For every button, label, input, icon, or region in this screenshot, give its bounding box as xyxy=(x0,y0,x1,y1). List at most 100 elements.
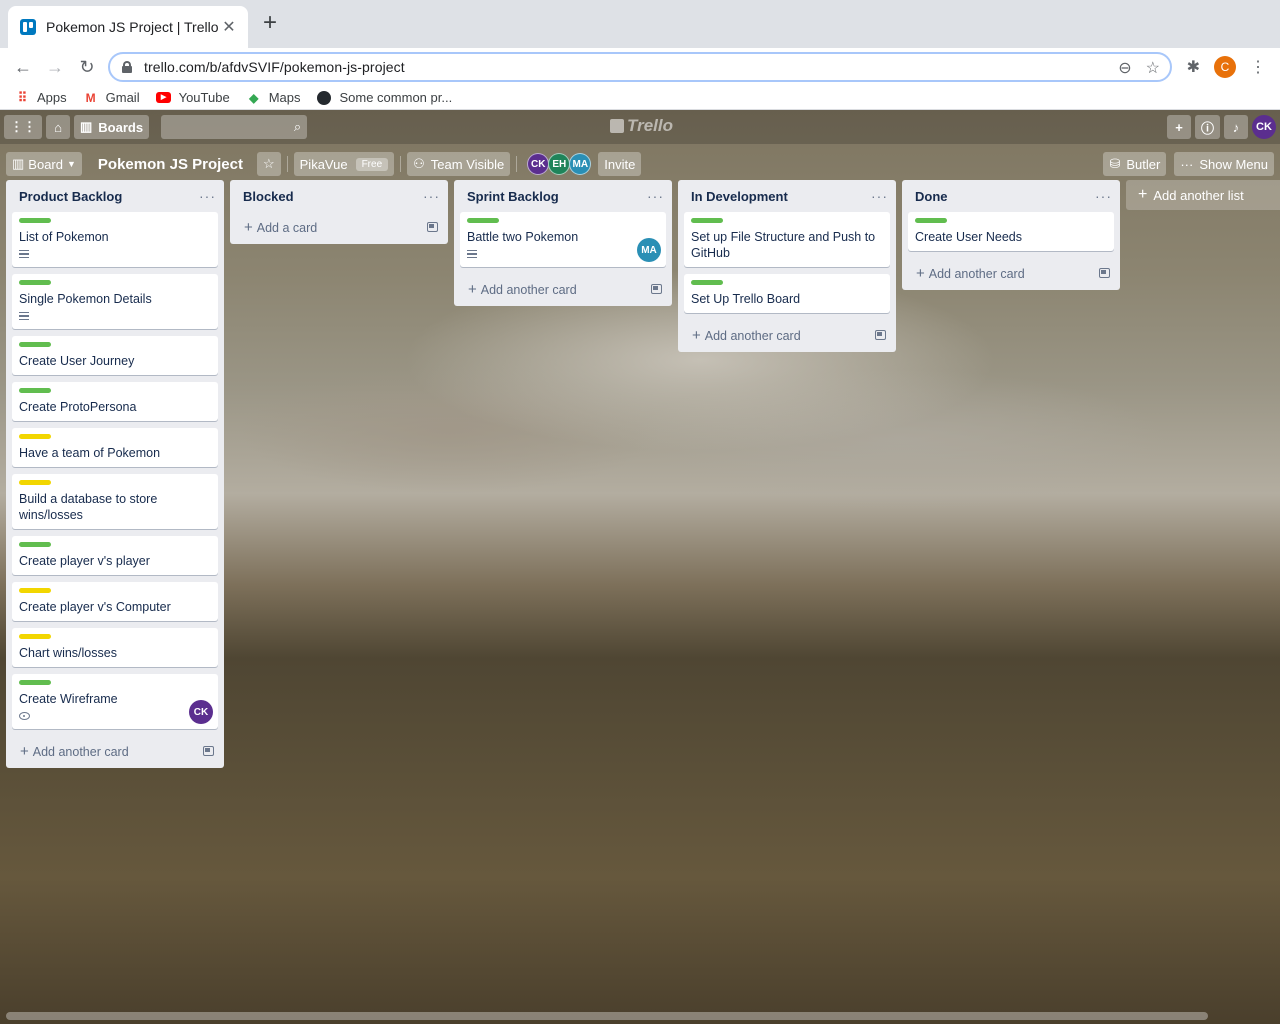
trello-logo[interactable]: Trello xyxy=(610,116,673,136)
card-label[interactable] xyxy=(19,542,51,547)
add-list-label: Add another list xyxy=(1153,187,1244,203)
search-input[interactable]: ⌕ xyxy=(161,115,308,139)
card[interactable]: Single Pokemon Details xyxy=(12,274,218,329)
card-label[interactable] xyxy=(19,218,51,223)
zoom-icon[interactable]: ⊖ xyxy=(1118,58,1131,78)
notifications-bell-icon[interactable]: ♪ xyxy=(1224,115,1248,139)
card[interactable]: Create player v's Computer xyxy=(12,582,218,621)
card[interactable]: Create User Journey xyxy=(12,336,218,375)
horizontal-scrollbar[interactable] xyxy=(6,1012,1208,1020)
list-menu-icon[interactable]: ··· xyxy=(871,188,888,204)
card-label[interactable] xyxy=(19,634,51,639)
visibility-button[interactable]: ⚇ Team Visible xyxy=(407,152,511,176)
close-tab-icon[interactable]: ✕ xyxy=(220,18,238,36)
board-view-switcher[interactable]: ▥ Board ▼ xyxy=(6,152,82,176)
card-member-avatar[interactable]: CK xyxy=(189,700,213,724)
profile-avatar[interactable]: C xyxy=(1214,56,1236,78)
browser-tab[interactable]: Pokemon JS Project | Trello ✕ xyxy=(8,6,248,48)
list-menu-icon[interactable]: ··· xyxy=(423,188,440,204)
member-avatar[interactable]: EH xyxy=(548,153,571,175)
card-label[interactable] xyxy=(19,342,51,347)
card-template-icon[interactable] xyxy=(203,746,214,756)
list-title[interactable]: Blocked xyxy=(243,189,294,204)
bookmark-label: Maps xyxy=(268,90,301,105)
card-template-icon[interactable] xyxy=(875,330,886,340)
card[interactable]: Have a team of Pokemon xyxy=(12,428,218,467)
extensions-puzzle-icon[interactable]: ✱ xyxy=(1187,57,1200,77)
card-label[interactable] xyxy=(19,280,51,285)
bookmark-gmail[interactable]: M Gmail xyxy=(83,90,140,106)
description-icon xyxy=(19,250,29,258)
card-label[interactable] xyxy=(19,588,51,593)
back-button[interactable]: ← xyxy=(12,56,34,78)
add-list-button[interactable]: + Add another list xyxy=(1126,180,1280,210)
invite-button[interactable]: Invite xyxy=(598,152,642,176)
new-tab-button[interactable]: + xyxy=(258,11,282,36)
card[interactable]: Chart wins/losses xyxy=(12,628,218,667)
show-menu-button[interactable]: ··· Show Menu xyxy=(1174,152,1274,176)
card-template-icon[interactable] xyxy=(427,222,438,232)
add-card-button[interactable]: + Add another card xyxy=(454,274,672,304)
bookmark-apps[interactable]: ⠿ Apps xyxy=(14,90,67,106)
bookmark-label: Apps xyxy=(37,90,67,105)
card[interactable]: Set Up Trello Board xyxy=(684,274,890,313)
user-avatar[interactable]: CK xyxy=(1252,115,1276,139)
butler-label: Butler xyxy=(1126,156,1161,172)
card-label[interactable] xyxy=(19,388,51,393)
member-avatar[interactable]: CK xyxy=(527,153,550,175)
info-icon[interactable]: ⓘ xyxy=(1194,115,1220,139)
list-menu-icon[interactable]: ··· xyxy=(199,188,216,204)
card[interactable]: Create ProtoPersona xyxy=(12,382,218,421)
reload-button[interactable]: ↻ xyxy=(76,56,98,78)
forward-button[interactable]: → xyxy=(44,56,66,78)
card-label[interactable] xyxy=(915,218,947,223)
address-bar[interactable]: trello.com/b/afdvSVIF/pokemon-js-project… xyxy=(108,52,1172,82)
bookmark-youtube[interactable]: ▶ YouTube xyxy=(156,90,230,106)
star-board-button[interactable]: ☆ xyxy=(256,152,281,176)
apps-switcher-button[interactable]: ⋮⋮ xyxy=(4,115,42,139)
board-lists: Product Backlog ··· List of Pokemon Single … xyxy=(6,180,1280,768)
star-icon: ☆ xyxy=(262,156,275,171)
list-menu-icon[interactable]: ··· xyxy=(647,188,664,204)
card-label[interactable] xyxy=(691,218,723,223)
card-template-icon[interactable] xyxy=(651,284,662,294)
list-title[interactable]: Product Backlog xyxy=(19,189,122,204)
card[interactable]: List of Pokemon xyxy=(12,212,218,267)
add-card-button[interactable]: + Add another card xyxy=(902,258,1120,288)
card[interactable]: Create Wireframe CK xyxy=(12,674,218,729)
member-avatar[interactable]: MA xyxy=(569,153,592,175)
list-menu-icon[interactable]: ··· xyxy=(1095,188,1112,204)
card-label[interactable] xyxy=(19,680,51,685)
card-list: List of Pokemon Single Pokemon Details Cre… xyxy=(6,212,224,729)
card-member-avatar[interactable]: MA xyxy=(637,238,661,262)
team-button[interactable]: PikaVue Free xyxy=(293,152,395,176)
card-template-icon[interactable] xyxy=(1099,268,1110,278)
card-label[interactable] xyxy=(467,218,499,223)
card-label[interactable] xyxy=(19,434,51,439)
card[interactable]: Create player v's player xyxy=(12,536,218,575)
list-title[interactable]: Done xyxy=(915,189,948,204)
browser-menu-icon[interactable]: ⋮ xyxy=(1250,57,1266,77)
card-label[interactable] xyxy=(691,280,723,285)
bookmark-star-icon[interactable]: ☆ xyxy=(1146,58,1160,78)
board-title[interactable]: Pokemon JS Project xyxy=(98,156,243,173)
home-icon[interactable]: ⌂ xyxy=(46,115,70,139)
description-icon xyxy=(19,312,29,320)
card[interactable]: Set up File Structure and Push to GitHub xyxy=(684,212,890,267)
card[interactable]: Create User Needs xyxy=(908,212,1114,251)
boards-button[interactable]: ▥ Boards xyxy=(74,115,150,139)
bookmark-github[interactable]: Some common pr... xyxy=(316,90,452,106)
list-title[interactable]: In Development xyxy=(691,189,788,204)
create-plus-button[interactable]: + xyxy=(1166,115,1191,139)
card-label[interactable] xyxy=(19,480,51,485)
list-title[interactable]: Sprint Backlog xyxy=(467,189,559,204)
butler-button[interactable]: ⛁ Butler xyxy=(1103,152,1167,176)
card[interactable]: Build a database to store wins/losses xyxy=(12,474,218,529)
card[interactable]: Battle two Pokemon MA xyxy=(460,212,666,267)
add-card-button[interactable]: + Add another card xyxy=(6,736,224,766)
bookmark-maps[interactable]: ◆ Maps xyxy=(246,90,301,106)
add-card-button[interactable]: + Add another card xyxy=(678,320,896,350)
trello-logo-icon xyxy=(610,119,624,133)
add-card-button[interactable]: + Add a card xyxy=(230,212,448,242)
plus-icon: + xyxy=(1138,186,1148,203)
